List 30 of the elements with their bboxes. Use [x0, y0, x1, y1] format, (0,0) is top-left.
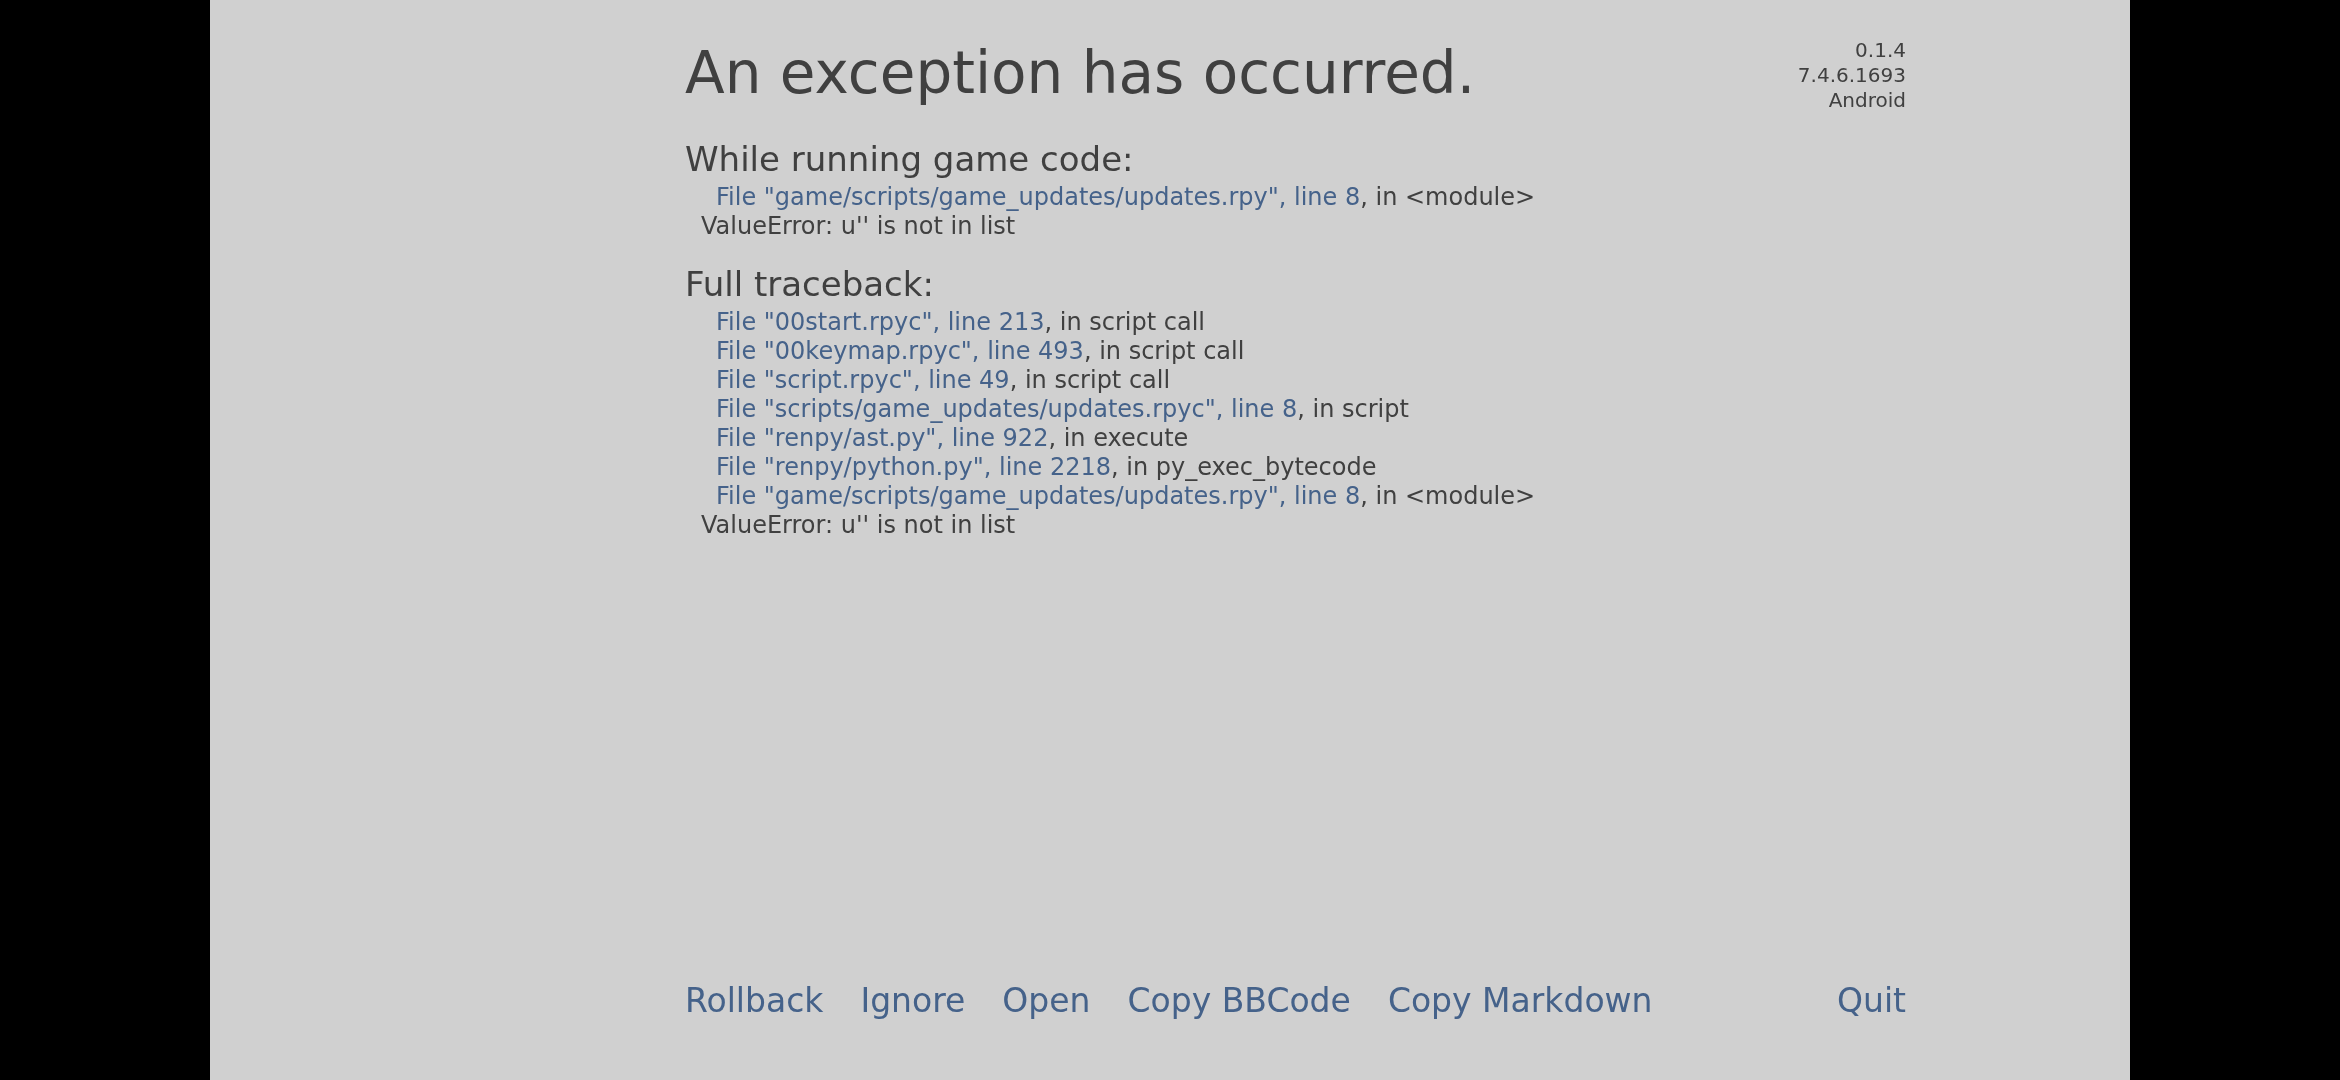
- frame-context: , in <module>: [1360, 183, 1536, 211]
- frame-context: , in script: [1297, 395, 1409, 423]
- file-link[interactable]: File "scripts/game_updates/updates.rpyc", line 8: [716, 395, 1298, 423]
- file-link[interactable]: File "game/scripts/game_updates/updates.rpy", line 8: [716, 482, 1361, 510]
- frame-context: , in script call: [1009, 366, 1171, 394]
- file-link[interactable]: File "renpy/ast.py", line 922: [716, 424, 1049, 452]
- frame-context: , in script call: [1083, 337, 1245, 365]
- action-button[interactable]: Copy BBCode: [1127, 980, 1351, 1022]
- file-link[interactable]: File "renpy/python.py", line 2218: [716, 453, 1111, 481]
- frame-context: , in py_exec_bytecode: [1111, 453, 1377, 481]
- frame-context: , in execute: [1048, 424, 1189, 452]
- frame-context: , in script call: [1044, 308, 1205, 336]
- version-text: Android: [1828, 88, 1906, 113]
- version-text: 0.1.4: [1855, 38, 1906, 63]
- version-text: 7.4.6.1693: [1797, 63, 1906, 88]
- frame-context: , in <module>: [1360, 482, 1536, 510]
- action-button[interactable]: Open: [1002, 980, 1091, 1022]
- error-message: ValueError: u'' is not in list: [700, 511, 1016, 540]
- file-link[interactable]: File "game/scripts/game_updates/updates.rpy", line 8: [716, 183, 1361, 211]
- file-link[interactable]: File "00start.rpyc", line 213: [716, 308, 1045, 336]
- action-button[interactable]: Quit: [1837, 980, 1906, 1022]
- file-link[interactable]: File "script.rpyc", line 49: [716, 366, 1010, 394]
- action-button[interactable]: Rollback: [685, 980, 824, 1022]
- section-heading: Full traceback:: [685, 263, 935, 306]
- error-message: ValueError: u'' is not in list: [700, 212, 1016, 241]
- action-button[interactable]: Ignore: [860, 980, 966, 1022]
- section-heading: While running game code:: [685, 138, 1135, 181]
- file-link[interactable]: File "00keymap.rpyc", line 493: [716, 337, 1084, 365]
- error-title: An exception has occurred.: [685, 38, 1476, 108]
- action-button[interactable]: Copy Markdown: [1387, 980, 1653, 1022]
